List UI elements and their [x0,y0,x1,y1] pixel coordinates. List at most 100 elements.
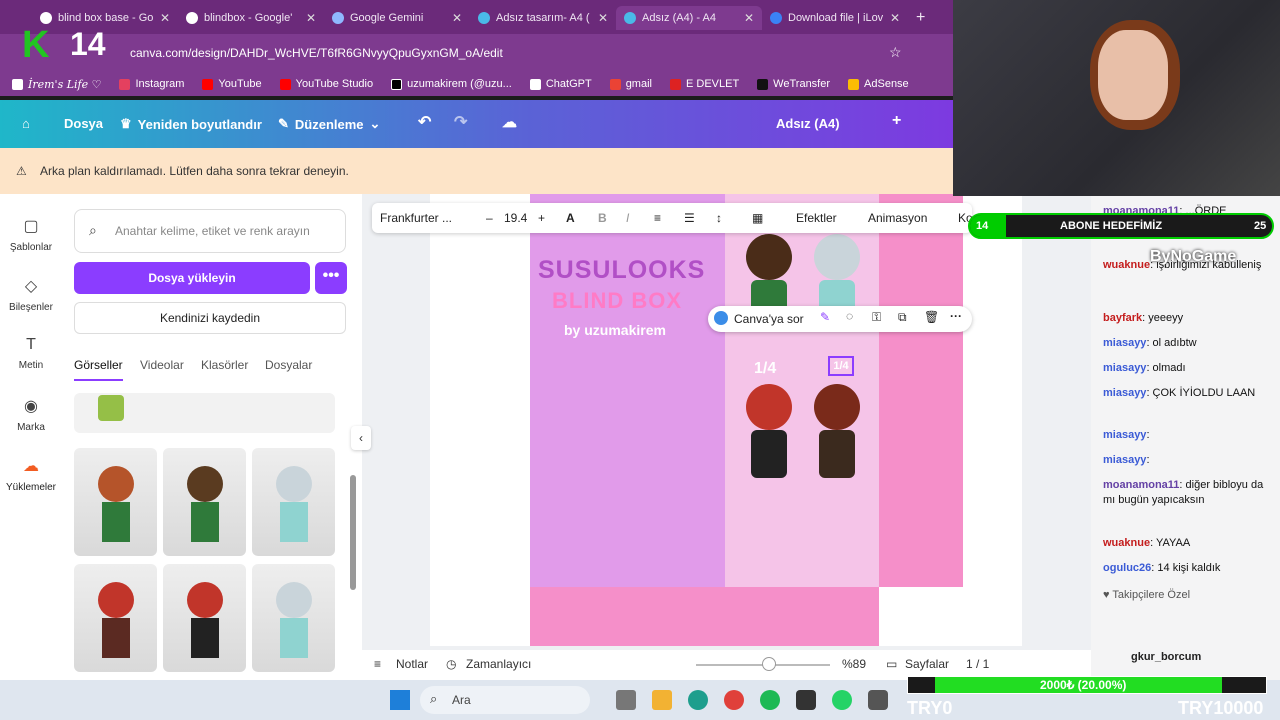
timer-button[interactable]: Zamanlayıcı [466,657,531,671]
bookmark-item[interactable]: E DEVLET [669,78,739,90]
list-icon[interactable]: ☰ [684,211,695,225]
notes-button[interactable]: Notlar [396,657,428,671]
image-thumbnail[interactable] [74,448,157,556]
panel-scrollbar[interactable] [350,475,356,590]
font-size-increase[interactable]: + [538,211,545,225]
tab-2[interactable]: blindbox - Google' ✕ [178,6,324,30]
close-icon[interactable]: ✕ [890,11,900,25]
magic-edit-icon[interactable]: ✎ [820,310,830,324]
font-size-decrease[interactable]: – [486,211,493,225]
more-icon[interactable]: ··· [950,309,962,323]
bookmark-item[interactable]: gmail [609,78,652,90]
background-block[interactable] [879,194,963,587]
ask-canva-button[interactable]: Canva'ya sor [734,312,804,326]
nav-elements[interactable]: ◇ Bileşenler [0,276,62,313]
image-thumbnail[interactable] [252,564,335,672]
italic-button[interactable]: I [626,211,629,225]
tab-videos[interactable]: Videolar [140,358,184,372]
animation-button[interactable]: Animasyon [868,211,927,225]
transparency-icon[interactable]: ▦ [752,211,763,225]
edge-icon[interactable] [688,690,708,710]
nav-brand[interactable]: ◉ Marka [0,396,62,433]
url-field[interactable]: canva.com/design/DAHDr_WcHVE/T6fR6GNvyyQ… [110,41,915,65]
image-thumbnail[interactable] [252,448,335,556]
chrome-icon[interactable] [724,690,744,710]
duplicate-icon[interactable]: ⧉ [898,310,907,325]
search-input[interactable]: Anahtar kelime, etiket ve renk arayın [74,209,346,253]
tab-4[interactable]: Adsız tasarım- A4 (✕ [470,6,616,30]
zoom-slider-handle[interactable] [762,657,776,671]
text-color-icon[interactable]: A [566,211,575,225]
redo-icon[interactable]: ↷ [454,112,467,132]
lock-icon[interactable]: ⚿ [872,310,881,325]
star-icon[interactable]: ☆ [889,44,902,61]
nav-text[interactable]: T Metin [0,336,62,371]
image-thumbnail[interactable] [74,393,335,433]
bookmark-item[interactable]: uzumakirem (@uzu... [391,78,512,90]
more-options-button[interactable]: ••• [315,262,347,294]
bookmark-item[interactable]: YouTube Studio [279,78,373,90]
task-view-icon[interactable] [616,690,636,710]
file-explorer-icon[interactable] [652,690,672,710]
windows-start-icon[interactable] [390,690,410,710]
ratio-text[interactable]: 1/4 [754,360,776,378]
bookmark-item[interactable]: YouTube [202,78,262,90]
nav-templates[interactable]: ▢ Şablonlar [0,216,62,253]
bookmark-item[interactable]: Instagram [119,78,184,90]
document-title[interactable]: Adsız (A4) [776,116,840,131]
font-selector[interactable]: Frankfurter ... [380,211,452,225]
font-size-value[interactable]: 19.4 [504,211,527,225]
collapse-panel-button[interactable]: ‹ [351,426,371,450]
whatsapp-icon[interactable] [832,690,852,710]
title-text[interactable]: SUSULOOKS [538,256,705,285]
image-thumbnail[interactable] [163,564,246,672]
selected-ratio-text[interactable]: 1/4 [828,356,854,376]
close-icon[interactable]: ✕ [744,11,754,25]
comment-icon[interactable]: ◌ [846,309,853,323]
home-icon[interactable]: ⌂ [22,116,30,131]
delete-icon[interactable]: 🗑 [924,310,939,324]
tab-files[interactable]: Dosyalar [265,358,312,372]
close-icon[interactable]: ✕ [306,11,316,25]
taskbar-search[interactable]: Ara [420,686,590,714]
add-collaborator-icon[interactable]: + [892,112,901,130]
zoom-level[interactable]: %89 [842,657,866,671]
title-text[interactable]: BLIND BOX [552,288,682,314]
subtitle-text[interactable]: by uzumakirem [564,322,666,338]
spotify-icon[interactable] [760,690,780,710]
close-icon[interactable]: ✕ [598,11,608,25]
align-icon[interactable]: ≡ [654,211,661,225]
bookmark-item[interactable]: AdSense [848,78,909,90]
bookmark-item[interactable]: İrem's Life ♡ [12,78,101,91]
tab-6[interactable]: Download file | iLov ✕ [762,6,908,30]
obs-icon[interactable] [796,690,816,710]
upload-button[interactable]: Dosya yükleyin [74,262,310,294]
crown-icon: ♛ [120,116,132,131]
tab-3[interactable]: Google Gemini ✕ [324,6,470,30]
edit-menu[interactable]: ✎ Düzenleme ⌄ [278,116,380,132]
nav-uploads[interactable]: ☁ Yüklemeler [0,456,62,493]
record-yourself-button[interactable]: Kendinizi kaydedin [74,302,346,334]
bookmark-item[interactable]: ChatGPT [529,78,592,90]
app-icon[interactable] [868,690,888,710]
new-tab-button[interactable]: + [908,6,938,30]
image-thumbnail[interactable] [163,448,246,556]
file-menu[interactable]: Dosya [64,116,103,131]
background-block[interactable] [530,194,725,587]
background-block[interactable] [530,587,879,646]
image-thumbnail[interactable] [74,564,157,672]
tab-images[interactable]: Görseller [74,358,123,381]
bookmark-item[interactable]: WeTransfer [757,78,830,90]
figure-image[interactable] [808,384,866,478]
undo-icon[interactable]: ↶ [418,112,431,132]
spacing-icon[interactable]: ↕ [716,211,722,225]
pages-button[interactable]: Sayfalar [905,657,949,671]
close-icon[interactable]: ✕ [160,11,170,25]
tab-folders[interactable]: Klasörler [201,358,248,372]
bold-button[interactable]: B [598,211,607,225]
tab-5[interactable]: Adsız (A4) - A4 ✕ [616,6,762,30]
effects-button[interactable]: Efektler [796,211,837,225]
figure-image[interactable] [740,384,798,478]
resize-button[interactable]: ♛ Yeniden boyutlandır [120,116,262,132]
close-icon[interactable]: ✕ [452,11,462,25]
